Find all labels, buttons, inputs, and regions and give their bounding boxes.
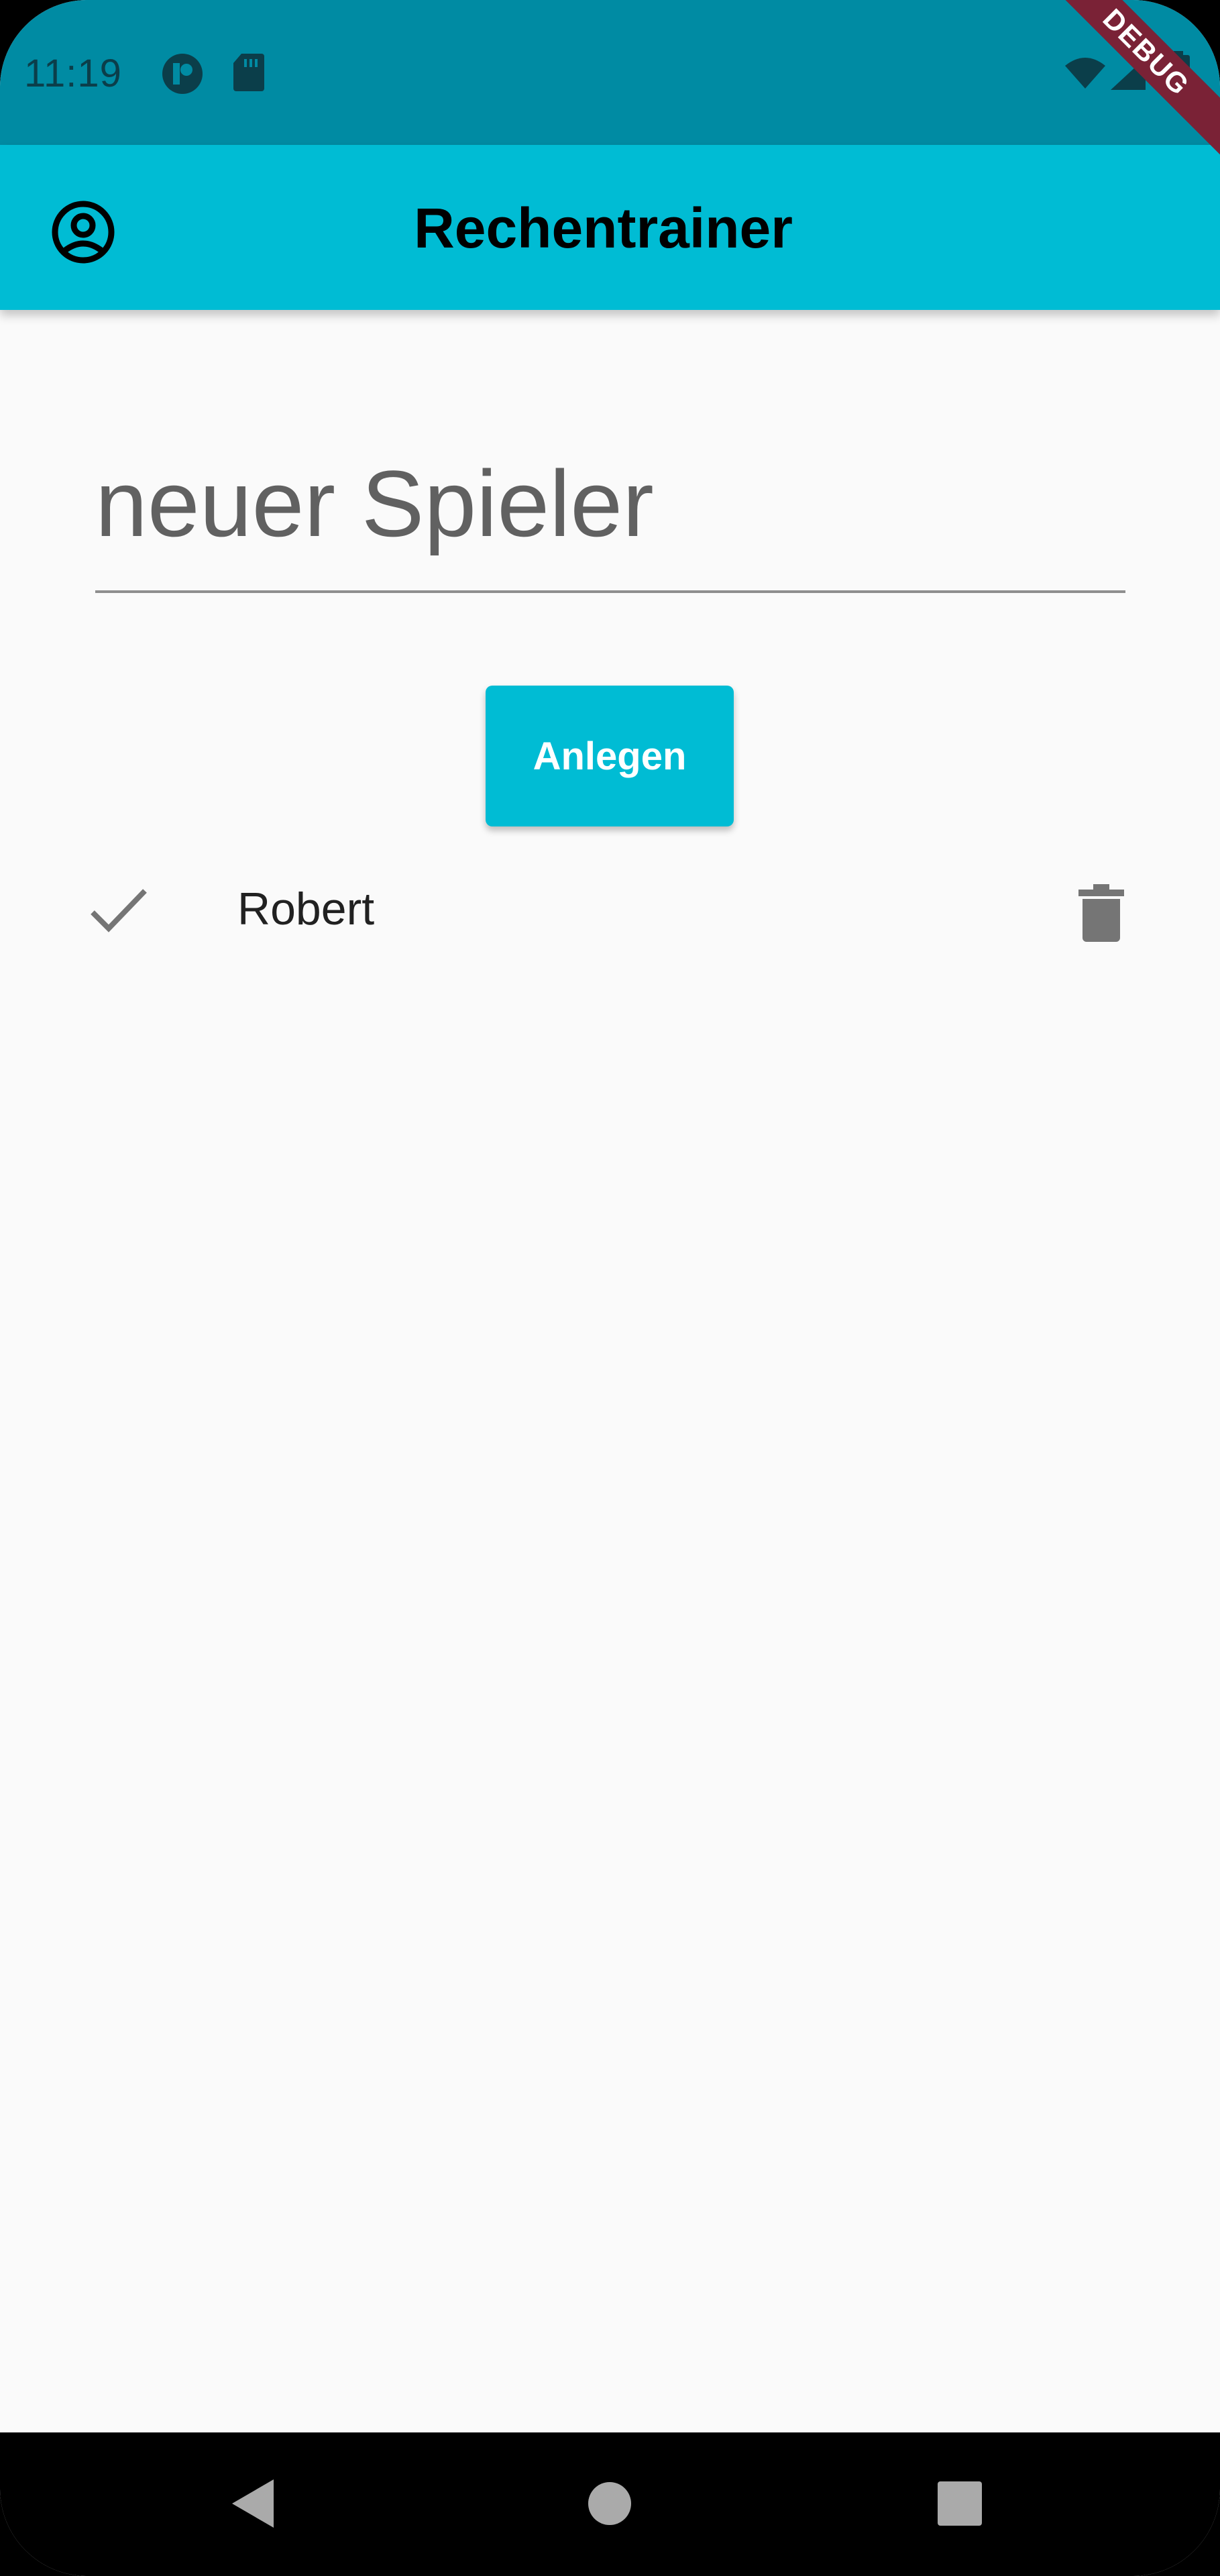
player-name: Robert <box>237 883 375 934</box>
check-icon <box>90 883 148 936</box>
back-icon[interactable] <box>231 2478 275 2532</box>
create-player-button[interactable]: Anlegen <box>486 686 734 826</box>
app-bar: Rechentrainer <box>0 145 1220 310</box>
wifi-icon <box>1064 56 1107 93</box>
page-title: Rechentrainer <box>0 196 1220 261</box>
list-item[interactable]: Robert <box>0 849 1220 970</box>
status-bar: 11:19 <box>0 0 1220 145</box>
app-screen: 11:19 DEBUG Rechentrainer neuer Spieler … <box>0 0 1220 2576</box>
navigation-bar <box>0 2432 1220 2576</box>
status-time: 11:19 <box>24 52 122 95</box>
page-title-text: Rechentrainer <box>414 197 793 260</box>
app-notification-icon <box>161 52 204 99</box>
new-player-input[interactable] <box>95 420 1125 588</box>
trash-icon[interactable] <box>1077 883 1125 943</box>
home-icon[interactable] <box>588 2481 632 2529</box>
sd-card-icon <box>232 52 266 96</box>
recents-icon[interactable] <box>938 2481 982 2529</box>
new-player-field[interactable] <box>95 420 1125 593</box>
